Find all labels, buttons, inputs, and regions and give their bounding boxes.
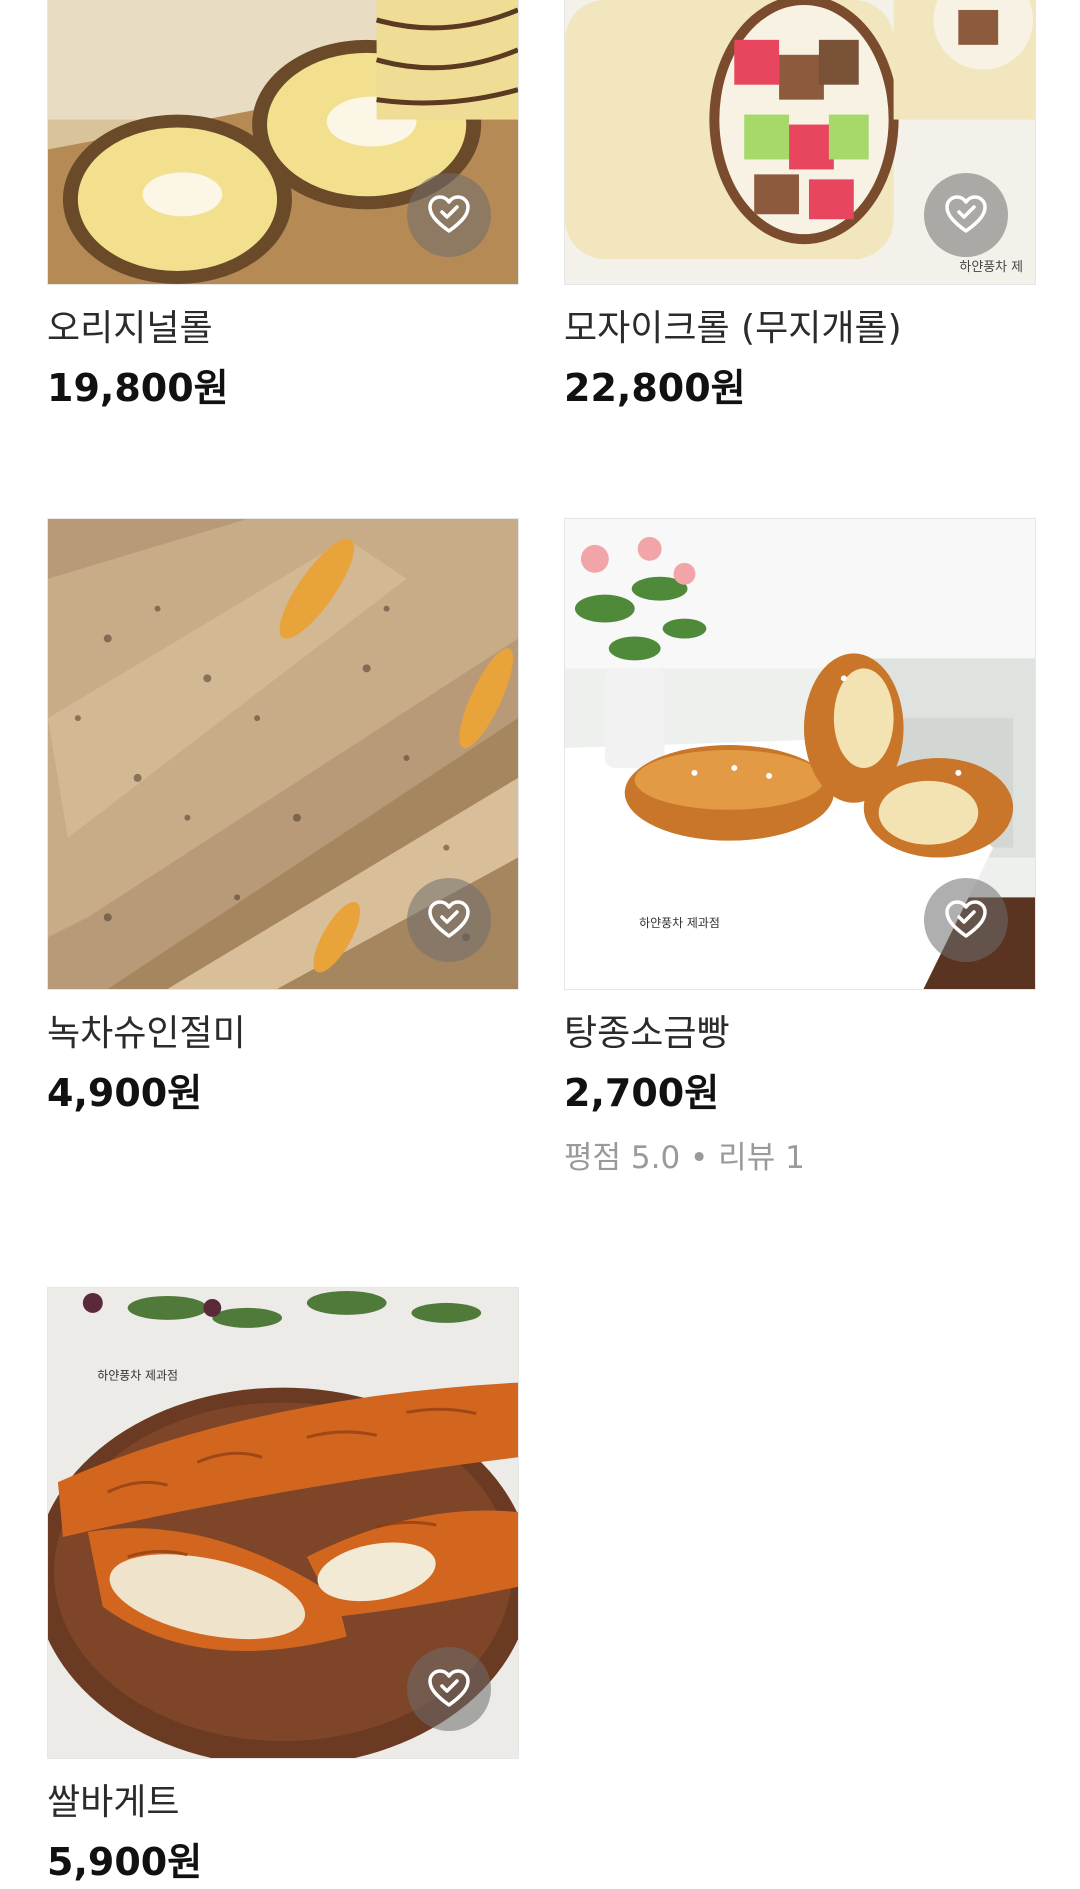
rating-review-count: 평점 5.0 • 리뷰 1 bbox=[564, 1140, 805, 1176]
product-image[interactable]: 하얀풍차 제과점 bbox=[564, 518, 1036, 990]
wishlist-button[interactable] bbox=[407, 1647, 491, 1731]
svg-text:하얀풍차 제과점: 하얀풍차 제과점 bbox=[97, 1369, 178, 1383]
heart-check-icon bbox=[428, 195, 470, 233]
wishlist-button[interactable] bbox=[924, 173, 1008, 257]
wishlist-button[interactable] bbox=[924, 878, 1008, 962]
svg-text:하얀풍차 제과점: 하얀풍차 제과점 bbox=[639, 916, 720, 930]
product-name[interactable]: 탕종소금빵 bbox=[564, 1012, 1036, 1056]
product-price: 22,800원 bbox=[564, 366, 746, 410]
product-name[interactable]: 모자이크롤 (무지개롤) bbox=[564, 307, 1036, 351]
product-price: 5,900원 bbox=[47, 1840, 203, 1884]
product-image[interactable] bbox=[47, 0, 519, 285]
wishlist-button[interactable] bbox=[407, 878, 491, 962]
product-card[interactable]: 하얀풍차 제 모자이크롤 (무지개롤) 22,800원 bbox=[564, 0, 1036, 411]
heart-check-icon bbox=[945, 900, 987, 938]
heart-check-icon bbox=[945, 195, 987, 233]
product-price: 19,800원 bbox=[47, 366, 229, 410]
product-price: 4,900원 bbox=[47, 1071, 203, 1115]
product-name[interactable]: 쌀바게트 bbox=[47, 1781, 519, 1825]
product-card[interactable]: 녹차슈인절미 4,900원 bbox=[47, 518, 519, 1116]
product-card[interactable]: 하얀풍차 제과점 탕종소금빵 2,700원 평점 5.0 • 리뷰 1 bbox=[564, 518, 1036, 1178]
wishlist-button[interactable] bbox=[407, 173, 491, 257]
svg-text:하얀풍차 제: 하얀풍차 제 bbox=[959, 260, 1023, 275]
product-image[interactable] bbox=[47, 518, 519, 990]
product-card[interactable]: 하얀풍차 제과점 쌀바게트 5,900원 bbox=[47, 1287, 519, 1885]
product-price: 2,700원 bbox=[564, 1071, 720, 1115]
heart-check-icon bbox=[428, 1669, 470, 1707]
heart-check-icon bbox=[428, 900, 470, 938]
product-card[interactable]: 오리지널롤 19,800원 bbox=[47, 0, 519, 411]
product-name[interactable]: 오리지널롤 bbox=[47, 307, 519, 351]
product-name[interactable]: 녹차슈인절미 bbox=[47, 1012, 519, 1056]
product-image[interactable]: 하얀풍차 제 bbox=[564, 0, 1036, 285]
product-image[interactable]: 하얀풍차 제과점 bbox=[47, 1287, 519, 1759]
